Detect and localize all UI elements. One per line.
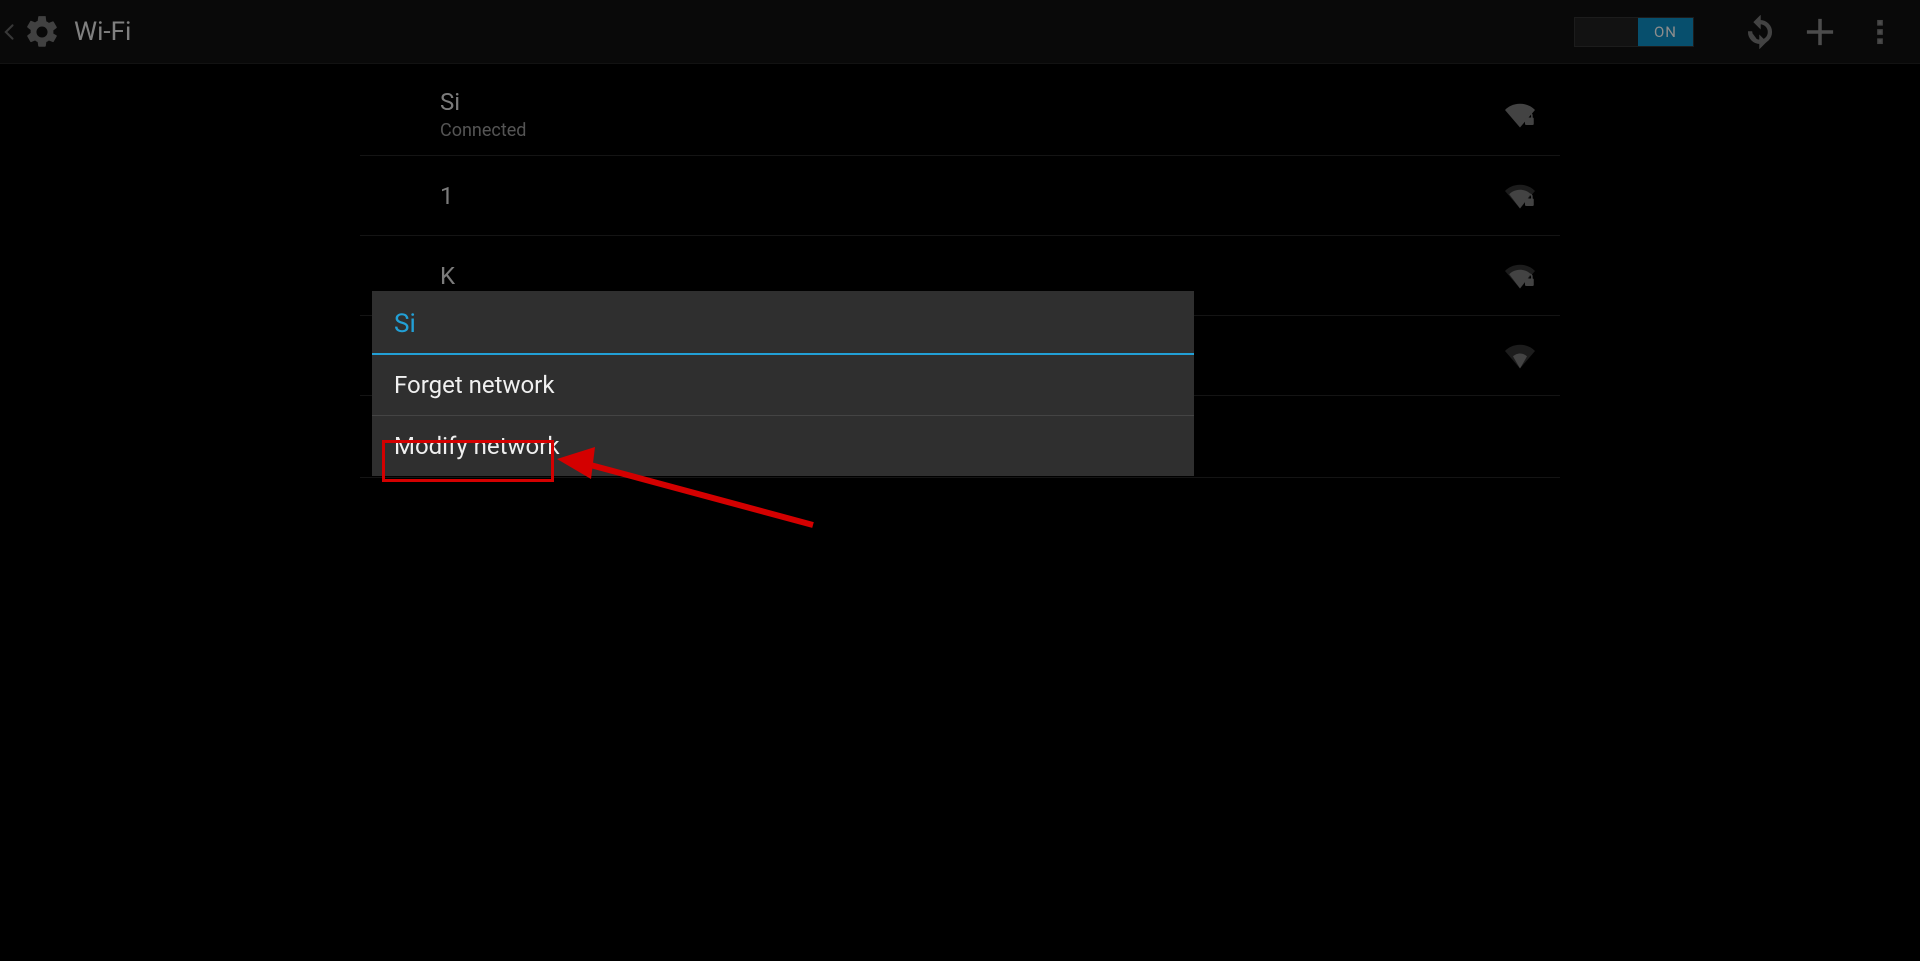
wifi-network-row[interactable]: Si Connected xyxy=(360,74,1560,156)
settings-icon[interactable] xyxy=(20,10,64,54)
add-network-icon[interactable] xyxy=(1790,0,1850,64)
dialog-title: Si xyxy=(372,291,1194,355)
overflow-menu-icon[interactable] xyxy=(1850,0,1910,64)
wifi-ssid: 1 xyxy=(440,182,454,210)
wifi-signal-open-icon xyxy=(1500,336,1540,376)
wifi-ssid: Si xyxy=(440,88,526,116)
wifi-network-row[interactable]: 1 xyxy=(360,156,1560,236)
dialog-item-forget[interactable]: Forget network xyxy=(372,355,1194,416)
wifi-status: Connected xyxy=(440,120,526,141)
action-bar: Wi-Fi ON xyxy=(0,0,1920,64)
dialog-item-modify[interactable]: Modify network xyxy=(372,416,1194,476)
back-icon[interactable] xyxy=(0,0,20,64)
wifi-signal-secured-icon xyxy=(1500,256,1540,296)
network-context-dialog: Si Forget network Modify network xyxy=(372,291,1194,476)
wifi-toggle-on-label: ON xyxy=(1638,18,1693,46)
page-title: Wi-Fi xyxy=(74,17,131,47)
wifi-ssid: K xyxy=(440,262,455,290)
wifi-signal-secured-icon xyxy=(1500,95,1540,135)
wifi-toggle[interactable]: ON xyxy=(1574,17,1694,47)
wifi-signal-none-icon xyxy=(1500,417,1540,457)
wifi-signal-secured-icon xyxy=(1500,176,1540,216)
refresh-icon[interactable] xyxy=(1730,0,1790,64)
